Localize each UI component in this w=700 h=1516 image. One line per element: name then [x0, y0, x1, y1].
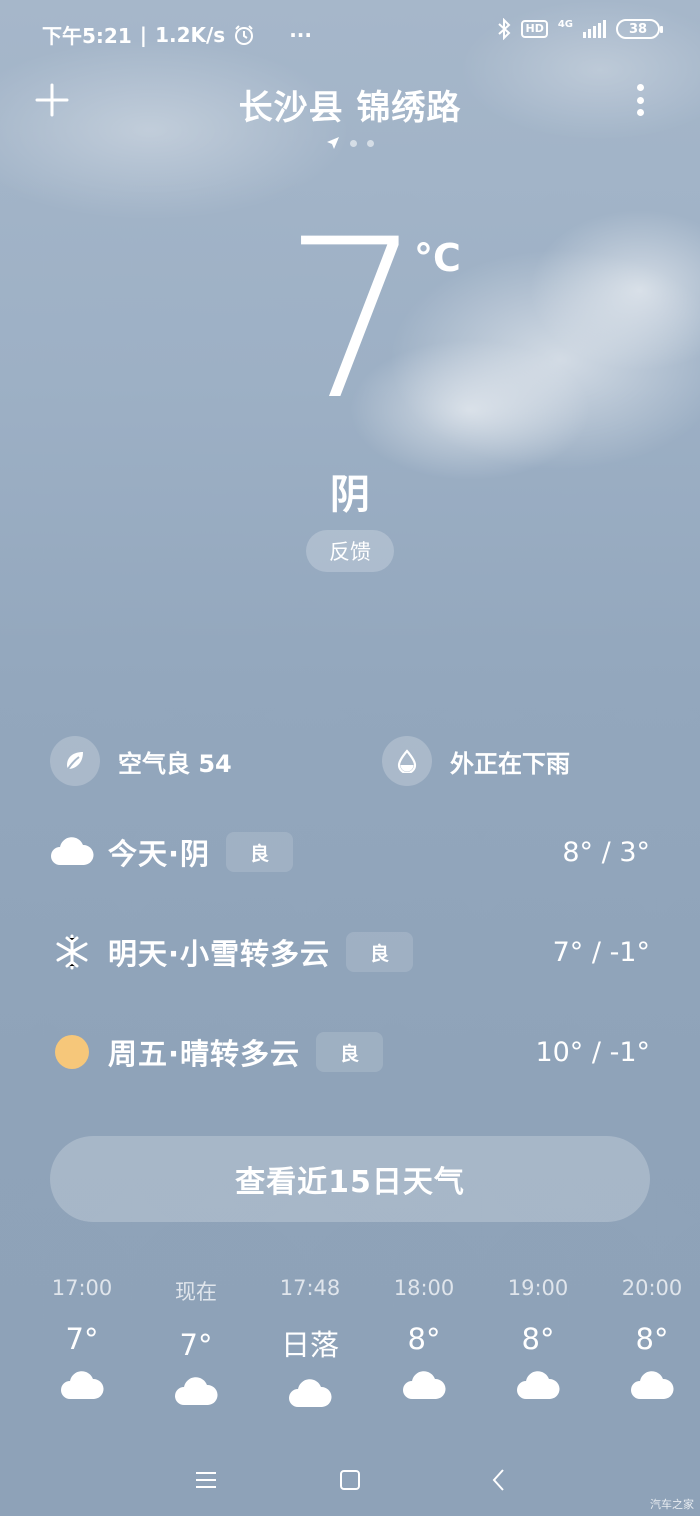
- cloud-icon: [481, 1370, 595, 1406]
- cloud-icon: [50, 830, 94, 874]
- hour-time: 17:00: [51, 1276, 113, 1300]
- hour-time: 18:00: [393, 1276, 455, 1300]
- status-right: HD 4G 38: [497, 18, 663, 40]
- hour-temperature: 日落: [280, 1328, 339, 1362]
- cloud-icon: [25, 1370, 139, 1406]
- hourly-item: 19:00 8°: [481, 1276, 595, 1406]
- status-bar: 下午5:21 | 1.2K/s ··· HD 4G 38: [0, 0, 700, 64]
- watermark: 汽车之家: [650, 1498, 694, 1511]
- status-left: 下午5:21 | 1.2K/s ···: [42, 20, 312, 49]
- bluetooth-icon: [498, 18, 511, 40]
- feedback-button[interactable]: 反馈: [306, 530, 394, 572]
- hour-time: 19:00: [507, 1276, 569, 1300]
- menu-nav-button[interactable]: [186, 1460, 226, 1500]
- hour-time: 17:48: [279, 1276, 341, 1300]
- info-row: 空气良 54 外正在下雨: [50, 736, 650, 790]
- rain-notice-label: 外正在下雨: [450, 749, 570, 778]
- air-quality[interactable]: 空气良 54: [50, 736, 232, 786]
- cloud-icon: [253, 1378, 367, 1414]
- hourly-forecast[interactable]: 17:00 7° 现在 7° 17:48 日落 18:00 8° 19:00 8…: [25, 1276, 700, 1436]
- hd-badge: HD: [521, 20, 548, 38]
- day-label: 明天·小雪转多云: [108, 937, 331, 971]
- aqi-badge: 良: [346, 932, 414, 972]
- daily-forecast-row[interactable]: 周五·晴转多云 良 10° / -1°: [50, 1024, 650, 1080]
- hour-time: 20:00: [621, 1276, 683, 1300]
- status-divider: |: [139, 22, 148, 47]
- status-more-dots: ···: [289, 22, 312, 47]
- hour-temperature: 8°: [521, 1322, 555, 1356]
- dot: [636, 109, 644, 116]
- home-nav-button[interactable]: [330, 1460, 370, 1500]
- temperature-value: 7: [283, 192, 423, 448]
- aqi-badge: 良: [316, 1032, 384, 1072]
- location-title[interactable]: 长沙县 锦绣路: [0, 80, 700, 129]
- cloud-icon: [367, 1370, 481, 1406]
- hour-temperature: 8°: [407, 1322, 441, 1356]
- day-label: 周五·晴转多云: [108, 1037, 301, 1071]
- battery-level: 38: [628, 21, 648, 37]
- view-15-day-forecast-button[interactable]: 查看近15日天气: [50, 1136, 650, 1222]
- cloud-icon: [595, 1370, 700, 1406]
- daily-forecast-row[interactable]: 明天·小雪转多云 良 7° / -1°: [50, 924, 650, 980]
- home-square-icon: [340, 1470, 360, 1490]
- network-type: 4G: [557, 18, 573, 30]
- leaf-icon: [50, 736, 100, 786]
- hour-temperature: 7°: [65, 1322, 99, 1356]
- hourly-item: 17:48 日落: [253, 1276, 367, 1414]
- back-nav-button[interactable]: [478, 1460, 518, 1500]
- page-indicator: [0, 136, 700, 150]
- more-menu-button[interactable]: [630, 82, 650, 118]
- hour-time: 现在: [175, 1280, 217, 1304]
- hourly-item: 18:00 8°: [367, 1276, 481, 1406]
- hour-temperature: 7°: [179, 1328, 213, 1362]
- location-arrow-icon: [327, 137, 339, 149]
- menu-icon: [196, 1472, 216, 1488]
- navigation-bar: 汽车之家: [0, 1442, 700, 1516]
- network-speed: 1.2K/s: [155, 22, 226, 47]
- weather-condition: 阴: [330, 472, 370, 518]
- cloud-icon: [139, 1376, 253, 1412]
- hourly-item: 17:00 7°: [25, 1276, 139, 1406]
- battery-icon: 38: [616, 19, 663, 39]
- current-temperature: 7 °C: [0, 210, 700, 430]
- hour-temperature: 8°: [635, 1322, 669, 1356]
- air-quality-label: 空气良 54: [118, 749, 232, 778]
- temperature-unit: °C: [414, 236, 461, 280]
- aqi-badge: 良: [226, 832, 294, 872]
- dot: [636, 84, 644, 91]
- page-dot: [350, 139, 357, 147]
- signal-icon: [583, 20, 606, 38]
- day-temperature: 7° / -1°: [552, 936, 650, 968]
- day-temperature: 8° / 3°: [562, 836, 650, 868]
- sun-icon: [50, 1030, 94, 1074]
- dot: [636, 96, 644, 104]
- page-dot: [367, 139, 374, 147]
- water-drop-icon: [382, 736, 432, 786]
- daily-forecast-row[interactable]: 今天·阴 良 8° / 3°: [50, 824, 650, 880]
- day-label: 今天·阴: [108, 837, 211, 871]
- rain-notice[interactable]: 外正在下雨: [382, 736, 570, 786]
- alarm-icon: [235, 24, 254, 45]
- status-time: 下午5:21: [42, 24, 132, 48]
- hourly-item: 现在 7°: [139, 1276, 253, 1412]
- back-chevron-icon: [492, 1469, 504, 1491]
- hourly-item: 20:00 8°: [595, 1276, 700, 1406]
- day-temperature: 10° / -1°: [535, 1036, 650, 1068]
- snowflake-icon: [50, 930, 94, 974]
